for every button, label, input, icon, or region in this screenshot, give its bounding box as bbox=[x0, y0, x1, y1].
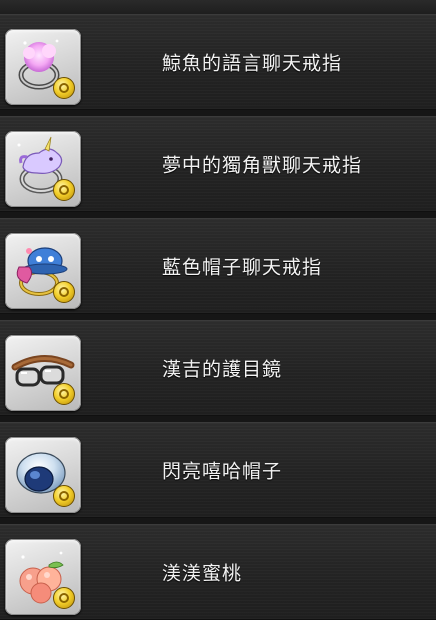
list-top-edge bbox=[0, 0, 436, 15]
blue-hat-chat-ring-icon bbox=[5, 233, 81, 309]
list-item[interactable]: 漢吉的護目鏡 bbox=[0, 320, 436, 416]
list-item[interactable]: 夢中的獨角獸聊天戒指 bbox=[0, 116, 436, 212]
coin-icon bbox=[53, 587, 75, 609]
list-item[interactable]: 渼渼蜜桃 bbox=[0, 524, 436, 620]
item-name: 渼渼蜜桃 bbox=[162, 562, 243, 585]
whale-chat-ring-icon bbox=[5, 29, 81, 105]
item-name: 漢吉的護目鏡 bbox=[162, 358, 283, 381]
item-name: 鯨魚的語言聊天戒指 bbox=[162, 52, 343, 75]
list-item[interactable]: 閃亮嘻哈帽子 bbox=[0, 422, 436, 518]
coin-icon bbox=[53, 485, 75, 507]
hiphop-cap-icon bbox=[5, 437, 81, 513]
list-item[interactable]: 藍色帽子聊天戒指 bbox=[0, 218, 436, 314]
coin-icon bbox=[53, 77, 75, 99]
item-name: 藍色帽子聊天戒指 bbox=[162, 256, 323, 279]
list-item[interactable]: 鯨魚的語言聊天戒指 bbox=[0, 14, 436, 110]
unicorn-chat-ring-icon bbox=[5, 131, 81, 207]
peach-icon bbox=[5, 539, 81, 615]
coin-icon bbox=[53, 383, 75, 405]
coin-icon bbox=[53, 281, 75, 303]
item-name: 閃亮嘻哈帽子 bbox=[162, 460, 283, 483]
item-name: 夢中的獨角獸聊天戒指 bbox=[162, 154, 363, 177]
goggles-icon bbox=[5, 335, 81, 411]
item-list: 鯨魚的語言聊天戒指 夢中的獨角獸聊天戒指 藍色帽子聊天戒指 漢吉的護目鏡 閃亮嘻… bbox=[0, 0, 436, 620]
coin-icon bbox=[53, 179, 75, 201]
